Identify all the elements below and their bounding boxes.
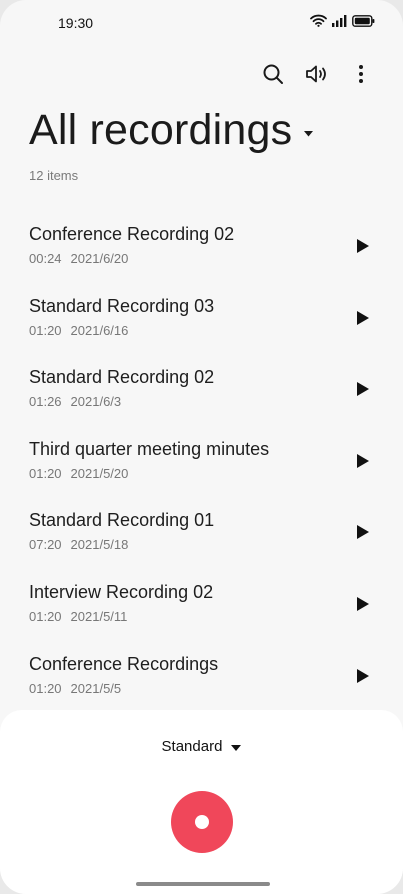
play-icon xyxy=(357,596,369,611)
more-options-button[interactable] xyxy=(339,58,383,94)
recording-date: 2021/5/20 xyxy=(70,465,129,481)
recording-item[interactable]: Conference Recording 02 00:24 2021/6/20 xyxy=(0,200,403,272)
recording-date: 2021/5/18 xyxy=(70,537,129,553)
play-button[interactable] xyxy=(353,308,373,328)
speaker-button[interactable] xyxy=(295,58,339,94)
recording-title: Conference Recordings xyxy=(29,653,219,674)
play-button[interactable] xyxy=(353,236,373,256)
status-time: 19:30 xyxy=(58,15,94,31)
play-icon xyxy=(357,525,369,540)
caret-down-icon xyxy=(231,738,242,755)
play-icon xyxy=(357,453,369,468)
recording-duration: 01:20 xyxy=(29,608,62,624)
wifi-icon xyxy=(310,14,327,32)
item-count: 12 items xyxy=(29,168,79,183)
recording-duration: 01:20 xyxy=(29,465,62,481)
recording-item[interactable]: Interview Recording 02 01:20 2021/5/11 xyxy=(0,558,403,630)
record-icon xyxy=(195,815,209,829)
status-bar: 19:30 xyxy=(0,0,403,46)
recording-title: Third quarter meeting minutes xyxy=(29,438,270,459)
play-button[interactable] xyxy=(353,594,373,614)
battery-icon xyxy=(352,14,375,32)
recording-item[interactable]: Conference Recordings 01:20 2021/5/5 xyxy=(0,630,403,702)
play-button[interactable] xyxy=(353,522,373,542)
play-button[interactable] xyxy=(353,379,373,399)
search-icon xyxy=(262,63,284,90)
recording-meta: 01:20 2021/6/16 xyxy=(29,323,128,338)
recording-meta: 00:24 2021/6/20 xyxy=(29,251,128,266)
recording-date: 2021/6/16 xyxy=(70,322,129,338)
recording-duration: 01:20 xyxy=(29,680,62,696)
home-indicator[interactable] xyxy=(136,882,270,886)
recording-title: Conference Recording 02 xyxy=(29,224,235,244)
play-icon xyxy=(357,668,369,683)
recording-meta: 01:20 2021/5/11 xyxy=(29,609,127,624)
bottom-panel: Standard xyxy=(0,710,403,894)
title-dropdown[interactable]: All recordings xyxy=(29,106,314,155)
recording-title: Standard Recording 03 xyxy=(29,295,215,316)
recording-date: 2021/5/5 xyxy=(70,680,122,696)
recording-date: 2021/6/20 xyxy=(70,251,129,266)
recording-item[interactable]: Standard Recording 02 01:26 2021/6/3 xyxy=(0,343,403,415)
recording-title: Standard Recording 02 xyxy=(29,367,215,388)
recording-duration: 07:20 xyxy=(29,537,62,553)
speaker-icon xyxy=(305,64,329,89)
play-button[interactable] xyxy=(353,666,373,686)
more-vertical-icon xyxy=(358,64,364,89)
play-icon xyxy=(357,310,369,325)
search-button[interactable] xyxy=(251,58,295,94)
recordings-list: Conference Recording 02 00:24 2021/6/20 S… xyxy=(0,200,403,701)
status-icons xyxy=(310,14,375,32)
recording-meta: 01:20 2021/5/5 xyxy=(29,681,121,696)
recording-item[interactable]: Standard Recording 03 01:20 2021/6/16 xyxy=(0,272,403,344)
mode-label: Standard xyxy=(161,738,223,755)
recording-meta: 01:26 2021/6/3 xyxy=(29,394,121,409)
app-screen: 19:30 All recordings 12 items Conference… xyxy=(0,0,403,894)
caret-down-icon xyxy=(304,124,314,142)
recording-title: Interview Recording 02 xyxy=(29,581,214,602)
recording-duration: 01:20 xyxy=(29,322,62,338)
recording-duration: 00:24 xyxy=(29,251,62,266)
recording-date: 2021/5/11 xyxy=(70,608,128,624)
recording-date: 2021/6/3 xyxy=(70,394,122,410)
signal-icon xyxy=(332,14,347,32)
recording-duration: 01:26 xyxy=(29,394,62,410)
play-icon xyxy=(357,382,369,397)
recording-item[interactable]: Standard Recording 01 07:20 2021/5/18 xyxy=(0,486,403,558)
record-button[interactable] xyxy=(171,791,233,853)
recording-item[interactable]: Third quarter meeting minutes 01:20 2021/… xyxy=(0,415,403,487)
play-icon xyxy=(357,239,369,253)
recording-meta: 07:20 2021/5/18 xyxy=(29,537,128,552)
play-button[interactable] xyxy=(353,451,373,471)
page-title: All recordings xyxy=(29,106,293,154)
toolbar xyxy=(251,58,383,94)
recording-title: Standard Recording 01 xyxy=(29,510,215,531)
recording-meta: 01:20 2021/5/20 xyxy=(29,466,128,481)
mode-selector[interactable]: Standard xyxy=(0,738,403,755)
